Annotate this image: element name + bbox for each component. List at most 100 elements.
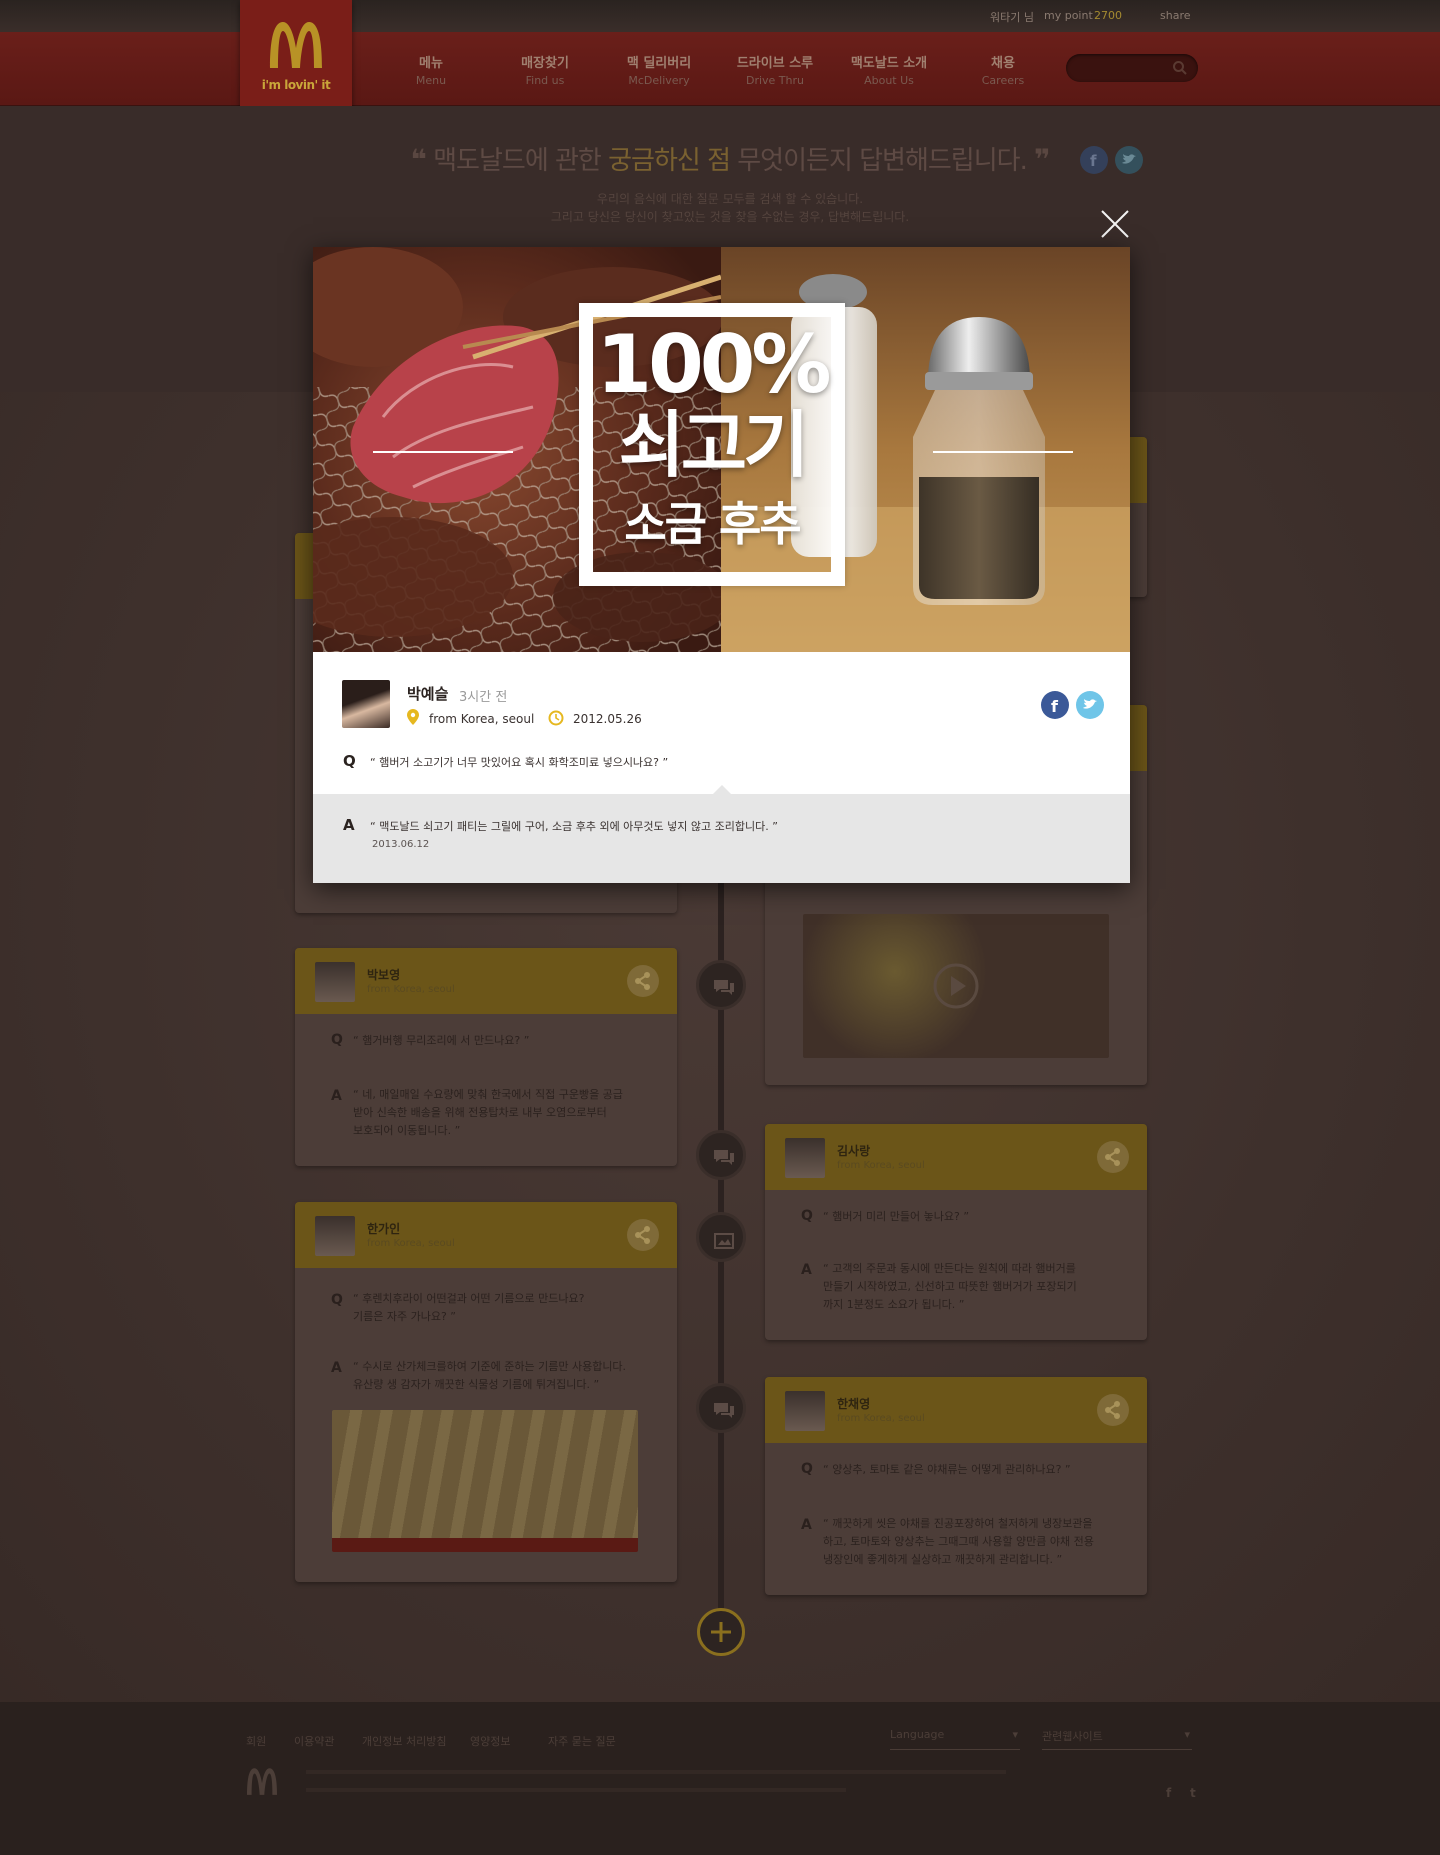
qa-card[interactable]: 한가인 from Korea, seoul Q “ 후렌치후라이 어떤걸과 어떤…	[295, 1202, 677, 1582]
close-icon[interactable]	[1098, 207, 1132, 241]
answer-text: 보호되어 이동됩니다. ”	[353, 1124, 461, 1137]
question-text: “ 양상추, 토마토 같은 야채류는 어떻게 관리하나요? ”	[823, 1463, 1071, 1476]
share-button[interactable]	[627, 965, 659, 997]
answer-text: 냉장인에 좋게하게 실상하고 깨끗하게 관리합니다. ”	[823, 1553, 1063, 1566]
language-select[interactable]: Language ▾	[890, 1728, 1020, 1750]
hero-facebook-icon[interactable]: f	[1080, 146, 1108, 174]
a-label: A	[331, 1088, 342, 1104]
nav-careers[interactable]: 채용 Careers	[948, 52, 1058, 87]
hero-subtext-1: 우리의 음식에 대한 질문 모두를 검색 할 수 있습니다.	[596, 192, 864, 206]
banner-headline-percent: 100%	[596, 318, 831, 411]
twitter-share-icon[interactable]	[1076, 691, 1104, 719]
nav-mcdelivery[interactable]: 맥 딜리버리 McDelivery	[604, 52, 714, 87]
location-pin-icon	[407, 709, 419, 725]
answer-text: 까지 1분정도 소요가 됩니다. ”	[823, 1298, 965, 1311]
point-value: 2700	[1094, 9, 1122, 22]
post-date: 2012.05.26	[573, 712, 642, 726]
chevron-down-icon: ▾	[1012, 1728, 1018, 1741]
answer-text: 받아 신속한 배송을 위해 전용탑차로 내부 오염으로부터	[353, 1106, 607, 1119]
hero-subtext-2: 그리고 당신은 당신이 찾고있는 것을 찾을 수없는 경우, 답변해드립니다.	[550, 210, 910, 224]
search-icon[interactable]	[1172, 60, 1188, 76]
footer-link-terms[interactable]: 이용약관	[294, 1733, 334, 1749]
share-icon[interactable]	[1097, 1394, 1129, 1426]
chevron-down-icon: ▾	[1184, 1728, 1190, 1741]
footer-logo-icon	[247, 1768, 277, 1795]
answer-text: 유산량 생 감자가 깨끗한 식물성 기름에 튀겨집니다. ”	[353, 1378, 600, 1391]
answer-text: “ 네, 매일매일 수요량에 맞춰 한국에서 직접 구운빵을 공급	[353, 1088, 623, 1101]
footer-twitter-icon[interactable]: t	[1190, 1786, 1196, 1800]
q-label: Q	[331, 1032, 343, 1048]
footer-facebook-icon[interactable]: f	[1166, 1786, 1171, 1800]
qa-card[interactable]: 한채영 from Korea, seoul Q “ 양상추, 토마토 같은 야채…	[765, 1377, 1147, 1595]
nav-drive-thru[interactable]: 드라이브 스루 Drive Thru	[720, 52, 830, 87]
author-location: from Korea, seoul	[837, 1160, 925, 1171]
logo-tagline: i'm lovin' it	[261, 78, 331, 92]
share-button[interactable]	[627, 1219, 659, 1251]
close-button[interactable]	[1098, 207, 1132, 241]
svg-text:f: f	[1051, 697, 1059, 716]
avatar	[315, 1216, 355, 1256]
top-utility-bar: 워타기 님 my point 2700 share	[0, 0, 1440, 32]
footer-link-member[interactable]: 회원	[246, 1733, 266, 1749]
footer	[0, 1702, 1440, 1855]
share-link[interactable]: share	[1160, 9, 1191, 22]
point-label: my point	[1044, 9, 1093, 22]
author-location: from Korea, seoul	[367, 984, 455, 995]
author-location: from Korea, seoul	[367, 1238, 455, 1249]
answer-text: “ 수시로 산가체크를하여 기준에 준하는 기름만 사용합니다.	[353, 1360, 627, 1373]
card-header: 한가인 from Korea, seoul	[295, 1202, 677, 1268]
footer-link-faq[interactable]: 자주 묻는 질문	[548, 1733, 616, 1749]
qa-card[interactable]: 박보영 from Korea, seoul Q “ 햄거버행 무리조리에 서 만…	[295, 948, 677, 1166]
mcdonalds-logo[interactable]: i'm lovin' it	[240, 0, 352, 120]
a-label: A	[801, 1517, 812, 1533]
a-label: A	[343, 816, 355, 834]
user-link[interactable]: 워타기 님	[990, 9, 1034, 25]
author-name: 한가인	[367, 1222, 401, 1236]
card-header: 김사랑 from Korea, seoul	[765, 1124, 1147, 1190]
banner-divider-right	[933, 451, 1073, 453]
facebook-share-icon[interactable]: f	[1041, 691, 1069, 719]
nav-find-us[interactable]: 매장찾기 Find us	[490, 52, 600, 87]
answer-text: 만들기 시작하였고, 신선하고 따뜻한 햄버거가 포장되기	[823, 1280, 1077, 1293]
banner-headline-salt-pepper: 소금 후추	[624, 497, 801, 551]
avatar	[315, 962, 355, 1002]
author-name: 박예슬	[407, 685, 449, 703]
family-site-select[interactable]: 관련웹사이트 ▾	[1042, 1728, 1192, 1750]
answer-pointer	[713, 785, 731, 794]
share-icon[interactable]	[1097, 1141, 1129, 1173]
footer-address-line	[306, 1770, 1006, 1774]
answer-date: 2013.06.12	[372, 839, 430, 850]
question-text: “ 햄거버행 무리조리에 서 만드나요? ”	[353, 1034, 530, 1047]
footer-link-nutrition[interactable]: 영양정보	[470, 1733, 510, 1749]
plus-icon[interactable]	[709, 1620, 733, 1644]
q-label: Q	[331, 1292, 343, 1308]
video-thumbnail[interactable]	[803, 914, 1109, 1058]
avatar	[785, 1138, 825, 1178]
timeline-comment-icon	[696, 1130, 746, 1180]
load-more-button[interactable]	[697, 1608, 745, 1656]
hero-twitter-icon[interactable]	[1115, 146, 1143, 174]
footer-link-privacy[interactable]: 개인정보 처리방침	[362, 1733, 446, 1749]
nav-about-us[interactable]: 맥도날드 소개 About Us	[834, 52, 944, 87]
author-name: 박보영	[367, 968, 401, 982]
author-name: 한채영	[837, 1397, 871, 1411]
a-label: A	[331, 1360, 342, 1376]
author-location: from Korea, seoul	[837, 1413, 925, 1424]
answer-text: 하고, 토마토와 양상추는 그때그때 사용할 양만큼 야채 전용	[823, 1535, 1094, 1548]
share-button[interactable]	[1097, 1394, 1129, 1426]
timeline-comment-icon	[696, 1383, 746, 1433]
share-icon[interactable]	[627, 1219, 659, 1251]
q-label: Q	[801, 1461, 813, 1477]
clock-icon	[548, 710, 564, 726]
timeline-image-icon	[696, 1212, 746, 1262]
author-location: from Korea, seoul	[429, 712, 535, 726]
play-icon[interactable]	[932, 962, 980, 1010]
nav-menu[interactable]: 메뉴 Menu	[376, 52, 486, 87]
svg-text:f: f	[1090, 152, 1097, 170]
qa-card[interactable]: 김사랑 from Korea, seoul Q “ 햄버거 미리 만들어 놓나요…	[765, 1124, 1147, 1340]
share-button[interactable]	[1097, 1141, 1129, 1173]
search-input[interactable]	[1066, 54, 1198, 82]
question-text: “ 햄버거 미리 만들어 놓나요? ”	[823, 1210, 970, 1223]
share-icon[interactable]	[627, 965, 659, 997]
avatar	[342, 680, 390, 728]
